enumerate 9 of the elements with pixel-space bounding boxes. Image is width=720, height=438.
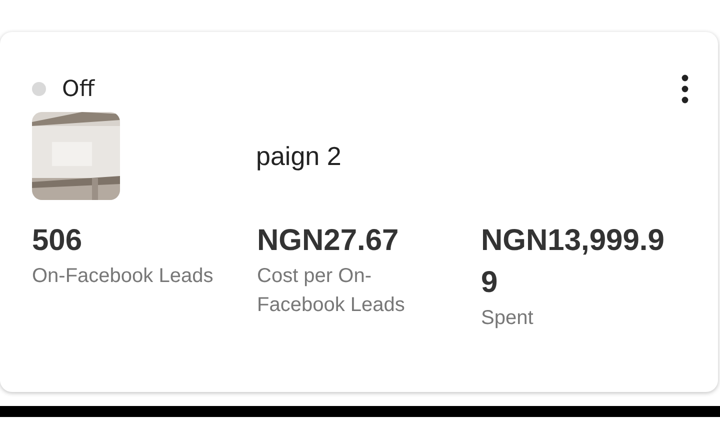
campaign-title[interactable]: paign 2 — [256, 140, 342, 172]
status-label: Off — [62, 76, 94, 102]
metric-value: NGN13,999.99 — [481, 223, 665, 301]
metric-label: On-Facebook Leads — [32, 264, 214, 289]
metric-label: Cost per On-Facebook Leads — [257, 264, 406, 318]
metric-value: NGN27.67 — [257, 223, 400, 259]
more-menu-icon[interactable] — [680, 74, 690, 104]
metric-label: Spent — [481, 306, 534, 331]
metric-value: 506 — [32, 223, 84, 259]
